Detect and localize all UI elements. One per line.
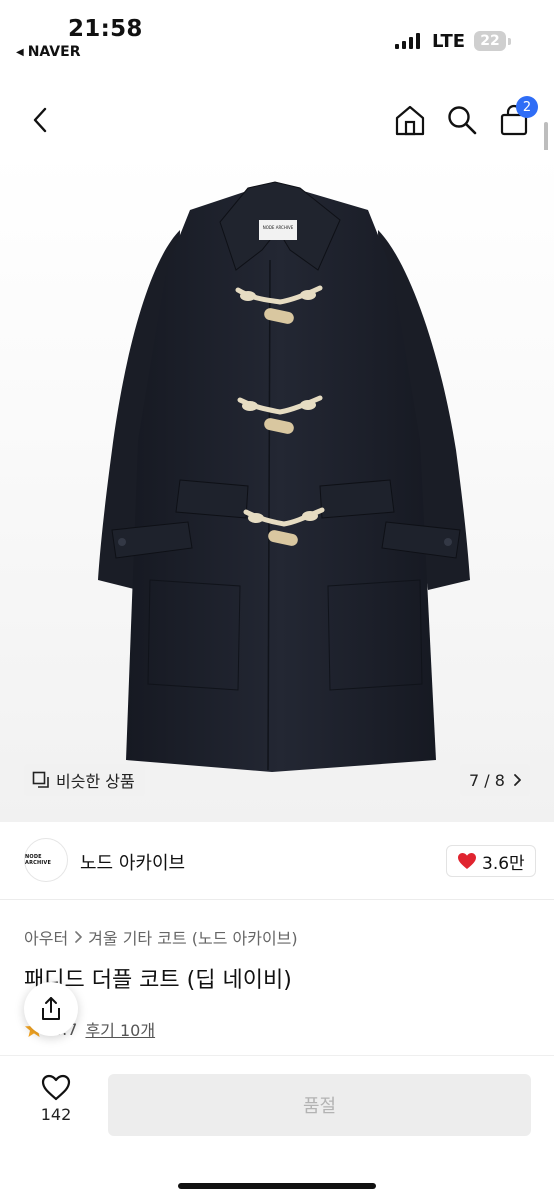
battery-cap <box>508 38 511 45</box>
image-page-indicator[interactable]: 7 / 8 <box>460 764 530 796</box>
home-button[interactable] <box>390 100 430 140</box>
similar-products-button[interactable]: 비슷한 상품 <box>24 764 145 796</box>
sold-out-button[interactable]: 품절 <box>108 1074 531 1136</box>
brand-logo-text: NODE ARCHIVE <box>25 854 52 866</box>
battery-level: 22 <box>480 33 500 49</box>
home-indicator[interactable] <box>178 1183 376 1189</box>
heart-outline-icon <box>41 1074 71 1101</box>
coat-label-text: NODE ARCHIVE <box>263 225 294 230</box>
status-bar: 21:58 ◀ NAVER LTE 22 <box>0 0 554 70</box>
chevron-left-icon <box>33 107 47 133</box>
brand-like-button[interactable]: 3.6만 <box>446 845 536 877</box>
back-triangle-icon: ◀ <box>16 46 24 58</box>
chevron-right-icon <box>75 931 82 943</box>
top-nav: 2 <box>0 90 554 150</box>
chevron-right-icon <box>514 774 521 786</box>
home-icon <box>395 105 425 136</box>
brand-row[interactable]: NODE ARCHIVE 노드 아카이브 3.6만 <box>0 822 554 900</box>
cart-count-badge: 2 <box>516 96 538 118</box>
status-time: 21:58 <box>68 16 143 42</box>
bottom-action-bar: 142 품절 <box>0 1055 554 1200</box>
reviews-link[interactable]: 후기 10개 <box>85 1017 155 1041</box>
coat-image: NODE ARCHIVE <box>98 181 470 772</box>
wishlist-count: 142 <box>40 1105 72 1124</box>
search-button[interactable] <box>442 100 482 140</box>
brand-like-count: 3.6만 <box>482 853 525 874</box>
breadcrumb: 아우터 겨울 기타 코트 (노드 아카이브) <box>24 925 298 949</box>
copy-squares-icon <box>32 771 49 788</box>
cart-button[interactable]: 2 <box>494 96 538 140</box>
heart-filled-icon <box>458 853 476 869</box>
network-type: LTE <box>432 31 466 52</box>
back-to-app-link[interactable]: ◀ NAVER <box>16 44 80 60</box>
share-button[interactable] <box>24 982 78 1036</box>
signal-strength-icon <box>395 33 420 49</box>
search-icon <box>448 106 477 135</box>
battery-icon: 22 <box>474 31 506 51</box>
back-button[interactable] <box>22 100 58 140</box>
back-app-label: NAVER <box>27 44 81 60</box>
wishlist-button[interactable]: 142 <box>22 1074 90 1124</box>
similar-products-label: 비슷한 상품 <box>56 772 135 791</box>
brand-logo[interactable]: NODE ARCHIVE <box>24 838 68 882</box>
brand-name[interactable]: 노드 아카이브 <box>80 849 185 875</box>
share-icon <box>42 997 60 1020</box>
product-image-carousel[interactable]: NODE ARCHIVE <box>0 150 554 822</box>
breadcrumb-item-category[interactable]: 아우터 <box>24 925 68 949</box>
page-indicator-text: 7 / 8 <box>469 770 505 790</box>
breadcrumb-item-subcategory[interactable]: 겨울 기타 코트 (노드 아카이브) <box>88 925 297 949</box>
